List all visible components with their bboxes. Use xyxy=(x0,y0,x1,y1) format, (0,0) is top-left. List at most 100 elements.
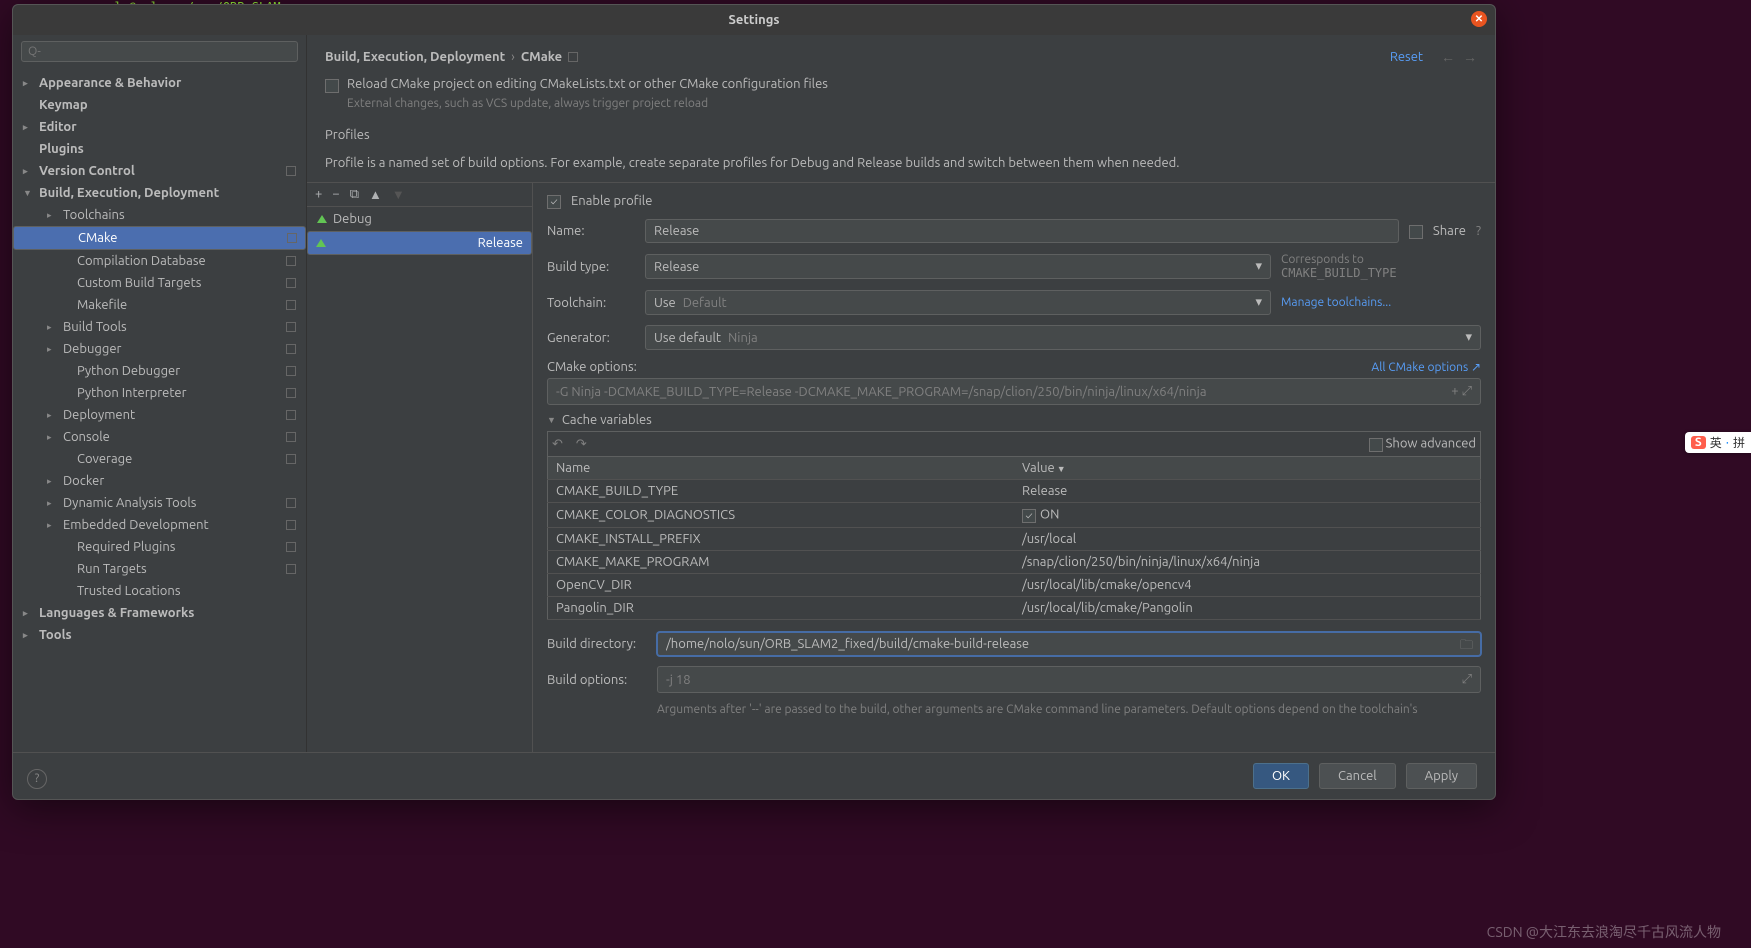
generator-select[interactable]: Use default Ninja ▾ xyxy=(645,325,1481,350)
tree-item-languages-frameworks[interactable]: ▸Languages & Frameworks xyxy=(13,602,306,624)
tree-item-version-control[interactable]: ▸Version Control xyxy=(13,160,306,182)
reload-hint: External changes, such as VCS update, al… xyxy=(347,97,1477,110)
tree-item-embedded-development[interactable]: ▸Embedded Development xyxy=(13,514,306,536)
sidebar: ▸Appearance & BehaviorKeymap▸EditorPlugi… xyxy=(13,35,307,752)
ime-method: 拼 xyxy=(1733,434,1745,451)
cmake-options-label: CMake options: xyxy=(547,360,637,374)
down-icon[interactable]: ▼ xyxy=(392,187,405,202)
table-row[interactable]: CMAKE_MAKE_PROGRAM/snap/clion/250/bin/ni… xyxy=(548,551,1481,574)
buildopts-value: -j 18 xyxy=(666,673,691,687)
profile-release[interactable]: Release xyxy=(307,231,532,255)
ime-lang: 英 xyxy=(1710,434,1722,451)
reload-label: Reload CMake project on editing CMakeLis… xyxy=(347,77,828,91)
buildtype-value: Release xyxy=(654,260,699,274)
up-icon[interactable]: ▲ xyxy=(369,187,382,202)
redo-icon[interactable]: ↷ xyxy=(576,437,587,451)
expand-icon[interactable]: + ⤢ xyxy=(1451,384,1472,399)
tree-item-custom-build-targets[interactable]: Custom Build Targets xyxy=(13,272,306,294)
folder-icon[interactable]: 🗀 xyxy=(1460,636,1473,658)
apply-button[interactable]: Apply xyxy=(1406,763,1477,789)
ok-button[interactable]: OK xyxy=(1253,763,1309,789)
copy-icon[interactable]: ⧉ xyxy=(350,187,359,202)
tree-item-run-targets[interactable]: Run Targets xyxy=(13,558,306,580)
manage-toolchains-link[interactable]: Manage toolchains... xyxy=(1281,296,1391,309)
tree-item-deployment[interactable]: ▸Deployment xyxy=(13,404,306,426)
forward-icon[interactable]: → xyxy=(1463,49,1477,65)
search-input[interactable] xyxy=(21,41,298,62)
back-icon[interactable]: ← xyxy=(1441,49,1455,65)
chevron-right-icon: › xyxy=(511,50,515,64)
help-icon[interactable]: ? xyxy=(27,769,47,789)
chevron-down-icon: ▾ xyxy=(1255,295,1262,310)
tree-item-appearance-behavior[interactable]: ▸Appearance & Behavior xyxy=(13,72,306,94)
all-cmake-options-link[interactable]: All CMake options ↗ xyxy=(1371,360,1481,374)
remove-icon[interactable]: − xyxy=(332,187,339,202)
tree-item-tools[interactable]: ▸Tools xyxy=(13,624,306,646)
ime-widget[interactable]: S 英 ⸱ 拼 xyxy=(1685,432,1751,453)
name-input[interactable] xyxy=(645,219,1399,243)
breadcrumb-a[interactable]: Build, Execution, Deployment xyxy=(325,50,505,64)
undo-icon[interactable]: ↶ xyxy=(552,437,563,451)
tree-item-cmake[interactable]: CMake xyxy=(13,226,306,250)
tree-item-build-tools[interactable]: ▸Build Tools xyxy=(13,316,306,338)
tree-item-required-plugins[interactable]: Required Plugins xyxy=(13,536,306,558)
reset-link[interactable]: Reset xyxy=(1390,50,1423,64)
tree-item-plugins[interactable]: Plugins xyxy=(13,138,306,160)
expand-icon[interactable]: ⤢ xyxy=(1462,672,1472,687)
builddir-input[interactable] xyxy=(657,632,1481,656)
show-advanced-checkbox[interactable] xyxy=(1369,438,1383,452)
buildopts-hint: Arguments after '--' are passed to the b… xyxy=(657,703,1481,716)
tree-item-coverage[interactable]: Coverage xyxy=(13,448,306,470)
tree-item-editor[interactable]: ▸Editor xyxy=(13,116,306,138)
table-row[interactable]: CMAKE_COLOR_DIAGNOSTICSON xyxy=(548,503,1481,528)
generator-label: Generator: xyxy=(547,331,635,345)
tree-item-toolchains[interactable]: ▸Toolchains xyxy=(13,204,306,226)
tree-item-keymap[interactable]: Keymap xyxy=(13,94,306,116)
profile-debug[interactable]: Debug xyxy=(307,207,532,231)
tree-item-dynamic-analysis-tools[interactable]: ▸Dynamic Analysis Tools xyxy=(13,492,306,514)
close-icon[interactable]: ✕ xyxy=(1471,11,1487,27)
breadcrumb-b: CMake xyxy=(521,50,562,64)
cancel-button[interactable]: Cancel xyxy=(1319,763,1396,789)
add-icon[interactable]: + xyxy=(315,187,322,202)
tree-item-python-interpreter[interactable]: Python Interpreter xyxy=(13,382,306,404)
toolchain-select[interactable]: Use Default ▾ xyxy=(645,290,1271,315)
tree-item-build-execution-deployment[interactable]: ▼Build, Execution, Deployment xyxy=(13,182,306,204)
sort-icon: ▼ xyxy=(1057,464,1066,474)
toolchain-label: Toolchain: xyxy=(547,296,635,310)
tree-item-debugger[interactable]: ▸Debugger xyxy=(13,338,306,360)
share-checkbox[interactable] xyxy=(1409,225,1423,239)
table-row[interactable]: OpenCV_DIR/usr/local/lib/cmake/opencv4 xyxy=(548,574,1481,597)
table-row[interactable]: Pangolin_DIR/usr/local/lib/cmake/Pangoli… xyxy=(548,597,1481,620)
help-icon[interactable]: ? xyxy=(1476,224,1481,238)
buildopts-input[interactable]: -j 18 ⤢ xyxy=(657,666,1481,693)
table-row[interactable]: CMAKE_INSTALL_PREFIX/usr/local xyxy=(548,528,1481,551)
th-value[interactable]: Value▼ xyxy=(1014,457,1481,480)
cache-variables-label: Cache variables xyxy=(562,413,652,427)
tree-item-console[interactable]: ▸Console xyxy=(13,426,306,448)
chevron-down-icon: ▼ xyxy=(547,415,556,425)
th-name[interactable]: Name xyxy=(548,457,1015,480)
titlebar: Settings ✕ xyxy=(13,5,1495,35)
table-row[interactable]: CMAKE_BUILD_TYPERelease xyxy=(548,480,1481,503)
reload-checkbox[interactable] xyxy=(325,79,339,93)
cache-variables-toggle[interactable]: ▼ Cache variables xyxy=(547,413,1481,427)
profiles-header: Profiles xyxy=(325,128,1477,142)
profiles-desc: Profile is a named set of build options.… xyxy=(325,156,1477,170)
enable-profile-checkbox[interactable] xyxy=(547,195,561,209)
settings-dialog: Settings ✕ ▸Appearance & BehaviorKeymap▸… xyxy=(12,4,1496,800)
dialog-title: Settings xyxy=(728,13,779,27)
tree-item-docker[interactable]: ▸Docker xyxy=(13,470,306,492)
triangle-icon xyxy=(316,239,326,247)
profile-form: Enable profile Name: Share ? Build type: xyxy=(533,183,1495,752)
tree-item-makefile[interactable]: Makefile xyxy=(13,294,306,316)
cache-checkbox[interactable] xyxy=(1022,509,1036,523)
tree-item-trusted-locations[interactable]: Trusted Locations xyxy=(13,580,306,602)
tree-item-python-debugger[interactable]: Python Debugger xyxy=(13,360,306,382)
ime-logo: S xyxy=(1691,436,1706,449)
cmake-options-input[interactable]: -G Ninja -DCMAKE_BUILD_TYPE=Release -DCM… xyxy=(547,378,1481,405)
buildtype-hint: Corresponds to CMAKE_BUILD_TYPE xyxy=(1281,253,1481,280)
buildtype-select[interactable]: Release ▾ xyxy=(645,254,1271,279)
tree-item-compilation-database[interactable]: Compilation Database xyxy=(13,250,306,272)
profile-toolbar: + − ⧉ ▲ ▼ xyxy=(307,183,532,207)
